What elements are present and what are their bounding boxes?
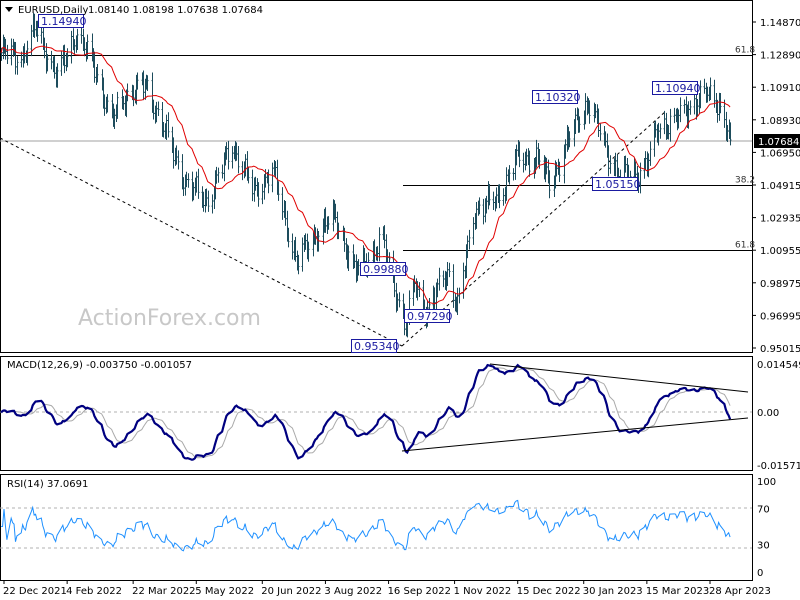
date-axis-label: 3 Aug 2022 xyxy=(324,586,382,597)
rsi-axis-label: 70 xyxy=(757,504,770,515)
date-axis-label: 5 May 2022 xyxy=(195,586,254,597)
price-axis-label: 1.00955 xyxy=(760,246,800,257)
macd-title: MACD(12,26,9) -0.003750 -0.001057 xyxy=(7,360,192,371)
price-axis-label: 0.96995 xyxy=(760,311,800,322)
macd-axis-label: -0.015712 xyxy=(757,461,800,472)
date-axis-label: 22 Mar 2022 xyxy=(132,586,195,597)
price-label: 0.95340 xyxy=(354,340,400,353)
fib-level-label: 61.8 xyxy=(735,241,755,251)
price-label: 1.05150 xyxy=(595,178,641,191)
symbol-title: EURUSD,Daily xyxy=(18,5,89,16)
fib-level-label: 38.2 xyxy=(735,176,755,186)
date-axis-label: 16 Sep 2022 xyxy=(388,586,451,597)
rsi-axis-label: 0 xyxy=(757,568,763,579)
rsi-title: RSI(14) 37.0691 xyxy=(7,479,88,490)
macd-axis-label: 0.014549 xyxy=(757,360,800,371)
price-axis-label: 0.95015 xyxy=(760,344,800,355)
date-axis-label: 4 Feb 2022 xyxy=(66,586,122,597)
current-price-value: 1.07684 xyxy=(758,137,799,148)
price-panel xyxy=(0,0,753,353)
price-label: 1.14940 xyxy=(41,15,87,28)
date-axis-label: 30 Jan 2023 xyxy=(583,586,643,597)
date-axis-label: 28 Apr 2023 xyxy=(709,586,771,597)
price-label: 1.10940 xyxy=(655,82,701,95)
date-axis-label: 15 Mar 2023 xyxy=(646,586,709,597)
price-axis-label: 1.06950 xyxy=(760,148,800,159)
chart-window: ActionForex.com 61.8 38.2 61.8 1.14940 1.10… xyxy=(0,0,800,597)
fib-level-label: 61.8 xyxy=(735,46,755,56)
watermark: ActionForex.com xyxy=(78,306,261,331)
price-label: 1.10320 xyxy=(535,91,581,104)
price-axis-label: 0.98975 xyxy=(760,279,800,290)
price-axis-label: 1.08930 xyxy=(760,116,800,127)
price-axis-label: 1.14870 xyxy=(760,18,800,29)
price-label: 0.99880 xyxy=(363,263,409,276)
date-axis-label: 20 Jun 2022 xyxy=(261,586,321,597)
price-label: 0.97290 xyxy=(407,310,453,323)
date-axis-label: 22 Dec 2021 xyxy=(3,586,67,597)
rsi-axis-label: 100 xyxy=(757,477,776,488)
date-axis-label: 15 Dec 2022 xyxy=(517,586,581,597)
price-axis-label: 1.02935 xyxy=(760,214,800,225)
price-axis-label: 1.10910 xyxy=(760,83,800,94)
macd-axis-label: 0.00 xyxy=(757,408,779,419)
macd-panel xyxy=(0,356,753,471)
rsi-axis-label: 30 xyxy=(757,541,770,552)
ohlc-values: 1.08140 1.08198 1.07638 1.07684 xyxy=(88,5,263,16)
price-axis-label: 1.12890 xyxy=(760,51,800,62)
rsi-panel xyxy=(0,474,753,581)
price-axis-label: 1.04915 xyxy=(760,181,800,192)
date-axis-label: 1 Nov 2022 xyxy=(454,586,512,597)
